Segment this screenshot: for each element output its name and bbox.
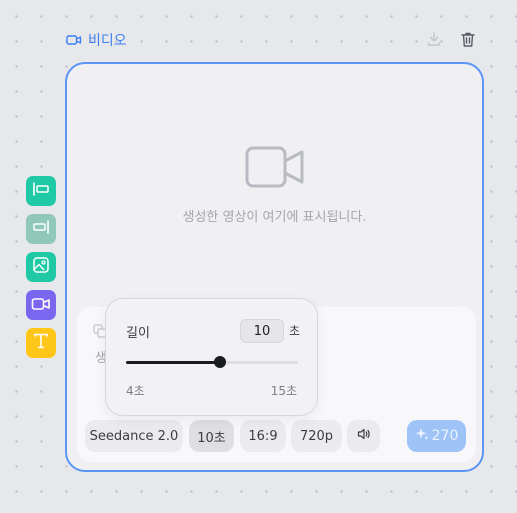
slider-thumb[interactable] [213,356,226,368]
align-right-icon [32,219,50,239]
node-title: 비디오 [88,33,127,49]
speaker-icon [357,428,371,444]
left-toolbar [26,176,56,358]
length-input[interactable]: 10 [240,319,284,343]
generate-credits: 270 [431,428,459,444]
text-icon [32,332,50,354]
video-icon [66,34,82,46]
sparkle-icon [415,427,429,445]
video-preview-placeholder: 생성한 영상이 여기에 표시됩니다. [67,146,482,225]
video-tool[interactable] [26,290,56,320]
slider-max-label: 15초 [270,384,297,398]
node-header: 비디오 [66,30,127,50]
length-unit: 초 [289,324,301,338]
generate-button[interactable]: 270 [407,420,466,452]
preview-placeholder-text: 생성한 영상이 여기에 표시됩니다. [182,210,367,225]
length-slider[interactable] [126,356,298,368]
length-label: 길이 [126,326,150,341]
trash-icon[interactable] [458,29,478,49]
image-icon [32,256,50,278]
video-icon [31,296,51,315]
image-tool[interactable] [26,252,56,282]
slider-min-label: 4초 [126,384,145,398]
align-left-icon [32,181,50,201]
audio-toggle[interactable] [347,420,380,452]
resolution-select[interactable]: 720p [291,420,342,452]
aspect-ratio-select[interactable]: 16:9 [240,420,286,452]
align-left-tool[interactable] [26,176,56,206]
slider-fill [126,361,220,364]
length-popover: 길이 10 초 4초 15초 [105,298,318,416]
text-tool[interactable] [26,328,56,358]
video-camera-icon [245,146,305,192]
duration-select[interactable]: 10초 [189,420,234,452]
node-actions [424,29,478,49]
download-icon[interactable] [424,29,444,49]
align-right-tool[interactable] [26,214,56,244]
model-select[interactable]: Seedance 2.0 [85,420,183,452]
